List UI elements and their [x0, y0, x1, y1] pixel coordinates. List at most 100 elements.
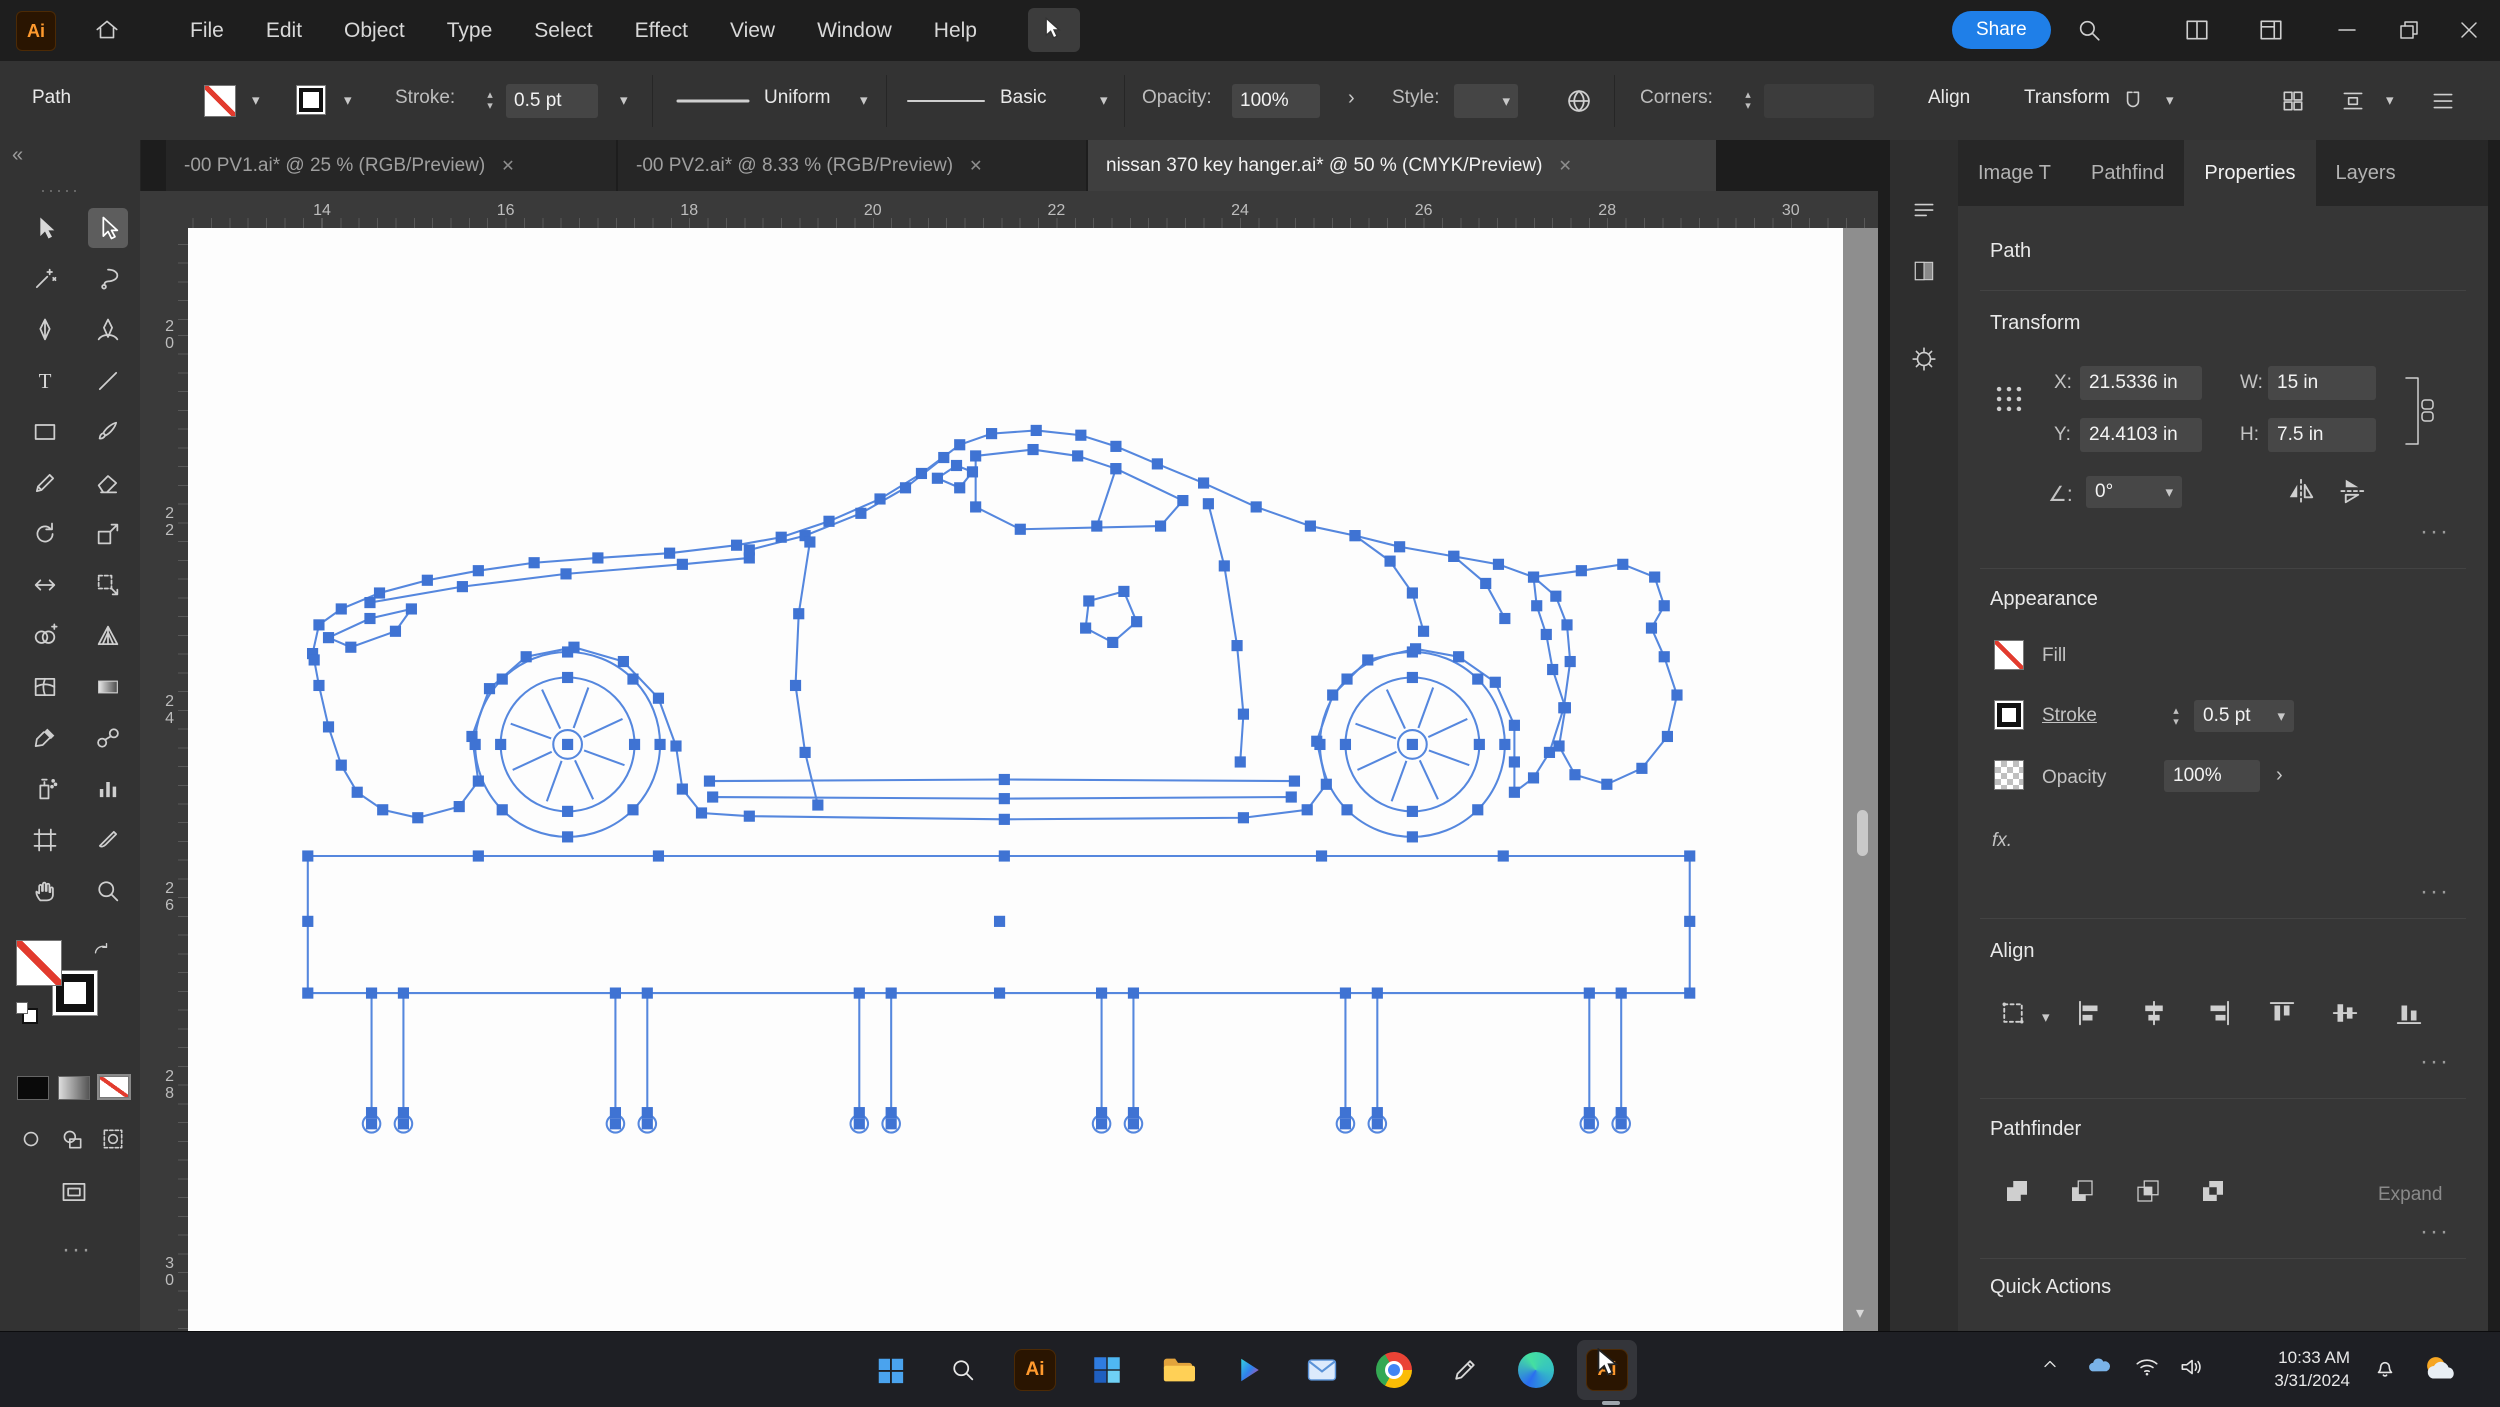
tray-chevron-icon[interactable] — [2040, 1354, 2060, 1374]
start-button[interactable] — [864, 1344, 916, 1396]
taskbar-search-icon[interactable] — [937, 1344, 989, 1396]
workspace-switcher-icon[interactable] — [2248, 7, 2294, 53]
slice-tool[interactable] — [88, 820, 128, 860]
pathfinder-unite-icon[interactable] — [2002, 1176, 2032, 1211]
x-field[interactable]: 21.5336 in — [2080, 366, 2202, 400]
menu-window[interactable]: Window — [813, 19, 896, 43]
appearance-fill-label[interactable]: Fill — [2042, 645, 2066, 667]
draw-behind-button[interactable] — [59, 1126, 85, 1157]
scroll-down-icon[interactable]: ▾ — [1856, 1303, 1864, 1323]
scale-tool[interactable] — [88, 514, 128, 554]
perspective-grid-tool[interactable] — [88, 616, 128, 656]
ruler-corner[interactable] — [140, 191, 189, 229]
default-fill-stroke-icon[interactable] — [16, 1002, 38, 1024]
taskbar-file-explorer-icon[interactable] — [1152, 1344, 1204, 1396]
screen-mode-button[interactable] — [60, 1178, 88, 1211]
tab-close-icon[interactable]: ✕ — [969, 156, 982, 176]
column-graph-tool[interactable] — [88, 769, 128, 809]
panel-tab-image-trace[interactable]: Image T — [1958, 140, 2071, 206]
document-tab-1[interactable]: -00 PV1.ai* @ 25 % (RGB/Preview) ✕ — [166, 140, 616, 191]
vector-drawing[interactable] — [188, 228, 1843, 1331]
taskbar-clock[interactable]: 10:33 AM 3/31/2024 — [2228, 1346, 2350, 1392]
align-to-selection-icon[interactable] — [1998, 998, 2028, 1033]
align-center-vertical-icon[interactable] — [2330, 998, 2360, 1033]
appearance-more-icon[interactable]: ··· — [2420, 878, 2450, 906]
menu-file[interactable]: File — [186, 19, 228, 43]
rotation-field[interactable]: 0° ▾ — [2086, 476, 2182, 508]
collapse-dock-icon[interactable]: « — [12, 144, 23, 167]
vertical-scrollbar[interactable] — [1857, 810, 1868, 856]
panel-tab-layers[interactable]: Layers — [2316, 140, 2416, 206]
menu-view[interactable]: View — [726, 19, 779, 43]
document-tab-active[interactable]: nissan 370 key hanger.ai* @ 50 % (CMYK/P… — [1088, 140, 1716, 191]
align-top-icon[interactable] — [2267, 998, 2297, 1033]
taskbar-play-store-icon[interactable] — [1224, 1344, 1276, 1396]
canvas-area[interactable]: 14 16 18 20 22 24 26 28 30 2 0 2 2 2 4 2 6 2 8 3 0 ▾ — [140, 191, 1878, 1331]
artboard-tool[interactable] — [25, 820, 65, 860]
symbol-sprayer-tool[interactable] — [25, 769, 65, 809]
selection-tool[interactable] — [25, 208, 65, 248]
stroke-weight-field[interactable]: 0.5 pt — [506, 84, 598, 118]
rectangle-tool[interactable] — [25, 412, 65, 452]
stroke-weight-stepper[interactable]: ▴ ▾ — [2168, 700, 2184, 734]
draw-inside-button[interactable] — [100, 1126, 126, 1157]
flip-vertical-icon[interactable] — [2337, 476, 2367, 511]
snap-caret-icon[interactable]: ▾ — [2166, 91, 2174, 109]
appearance-stroke-swatch[interactable] — [1994, 700, 2024, 730]
mesh-tool[interactable] — [25, 667, 65, 707]
lasso-tool[interactable] — [88, 259, 128, 299]
appearance-stroke-label[interactable]: Stroke — [2042, 705, 2097, 727]
artboard[interactable] — [188, 228, 1843, 1331]
restore-button[interactable] — [2386, 7, 2432, 53]
color-mode-button[interactable] — [17, 1076, 49, 1100]
align-bottom-icon[interactable] — [2394, 998, 2424, 1033]
dock-divider[interactable] — [1878, 140, 1890, 1331]
home-icon[interactable] — [84, 7, 130, 53]
h-field[interactable]: 7.5 in — [2268, 418, 2376, 452]
brush-definition-value[interactable]: Basic — [1000, 87, 1046, 109]
transform-menu-label[interactable]: Transform — [2024, 87, 2110, 109]
y-field[interactable]: 24.4103 in — [2080, 418, 2202, 452]
menu-type[interactable]: Type — [443, 19, 497, 43]
menu-select[interactable]: Select — [530, 19, 596, 43]
appearance-opacity-label[interactable]: Opacity — [2042, 767, 2106, 789]
pathfinder-expand-button[interactable]: Expand — [2378, 1184, 2442, 1206]
tray-wifi-icon[interactable] — [2134, 1354, 2160, 1380]
pasteboard[interactable] — [1843, 228, 1878, 1331]
collapsed-panel-menu-icon[interactable] — [1909, 195, 1939, 225]
ruler-vertical[interactable]: 2 0 2 2 2 4 2 6 2 8 3 0 — [140, 228, 189, 1331]
swap-fill-stroke-icon[interactable] — [90, 940, 112, 962]
paintbrush-tool[interactable] — [88, 412, 128, 452]
corners-stepper[interactable]: ▴ ▾ — [1740, 84, 1756, 118]
arrange-documents-icon[interactable] — [2174, 7, 2220, 53]
constrain-proportions-icon[interactable] — [2398, 368, 2438, 459]
blend-tool[interactable] — [88, 718, 128, 758]
pathfinder-exclude-icon[interactable] — [2198, 1176, 2228, 1211]
arrange-caret-icon[interactable]: ▾ — [2386, 91, 2394, 109]
eraser-tool[interactable] — [88, 463, 128, 503]
brush-caret-icon[interactable]: ▾ — [1100, 91, 1108, 109]
document-tab-2[interactable]: -00 PV2.ai* @ 8.33 % (RGB/Preview) ✕ — [618, 140, 1086, 191]
taskbar-illustrator-icon[interactable]: Ai — [1009, 1344, 1061, 1396]
toolbar-more-icon[interactable]: ··· — [62, 1236, 92, 1264]
panel-tab-properties[interactable]: Properties — [2184, 140, 2316, 206]
fill-caret-icon[interactable]: ▾ — [252, 91, 260, 109]
width-profile-value[interactable]: Uniform — [764, 87, 831, 109]
weather-widget-icon[interactable] — [2420, 1350, 2458, 1388]
none-mode-button[interactable] — [97, 1074, 131, 1100]
tab-close-icon[interactable]: ✕ — [1558, 156, 1571, 176]
hand-tool[interactable] — [25, 871, 65, 911]
align-center-horizontal-icon[interactable] — [2139, 998, 2169, 1033]
free-transform-tool[interactable] — [88, 565, 128, 605]
appearance-opacity-field[interactable]: 100% — [2164, 760, 2260, 792]
toolbar-grip-icon[interactable]: ····· — [40, 180, 80, 201]
menu-help[interactable]: Help — [930, 19, 981, 43]
effects-fx-button[interactable]: fx. — [1992, 830, 2012, 852]
type-tool[interactable]: T — [25, 361, 65, 401]
pen-tool[interactable] — [25, 310, 65, 350]
eyedropper-tool[interactable] — [25, 718, 65, 758]
tray-volume-icon[interactable] — [2178, 1354, 2204, 1380]
stroke-color-swatch[interactable] — [296, 85, 326, 115]
flip-horizontal-icon[interactable] — [2286, 476, 2316, 511]
pathfinder-intersect-icon[interactable] — [2133, 1176, 2163, 1211]
